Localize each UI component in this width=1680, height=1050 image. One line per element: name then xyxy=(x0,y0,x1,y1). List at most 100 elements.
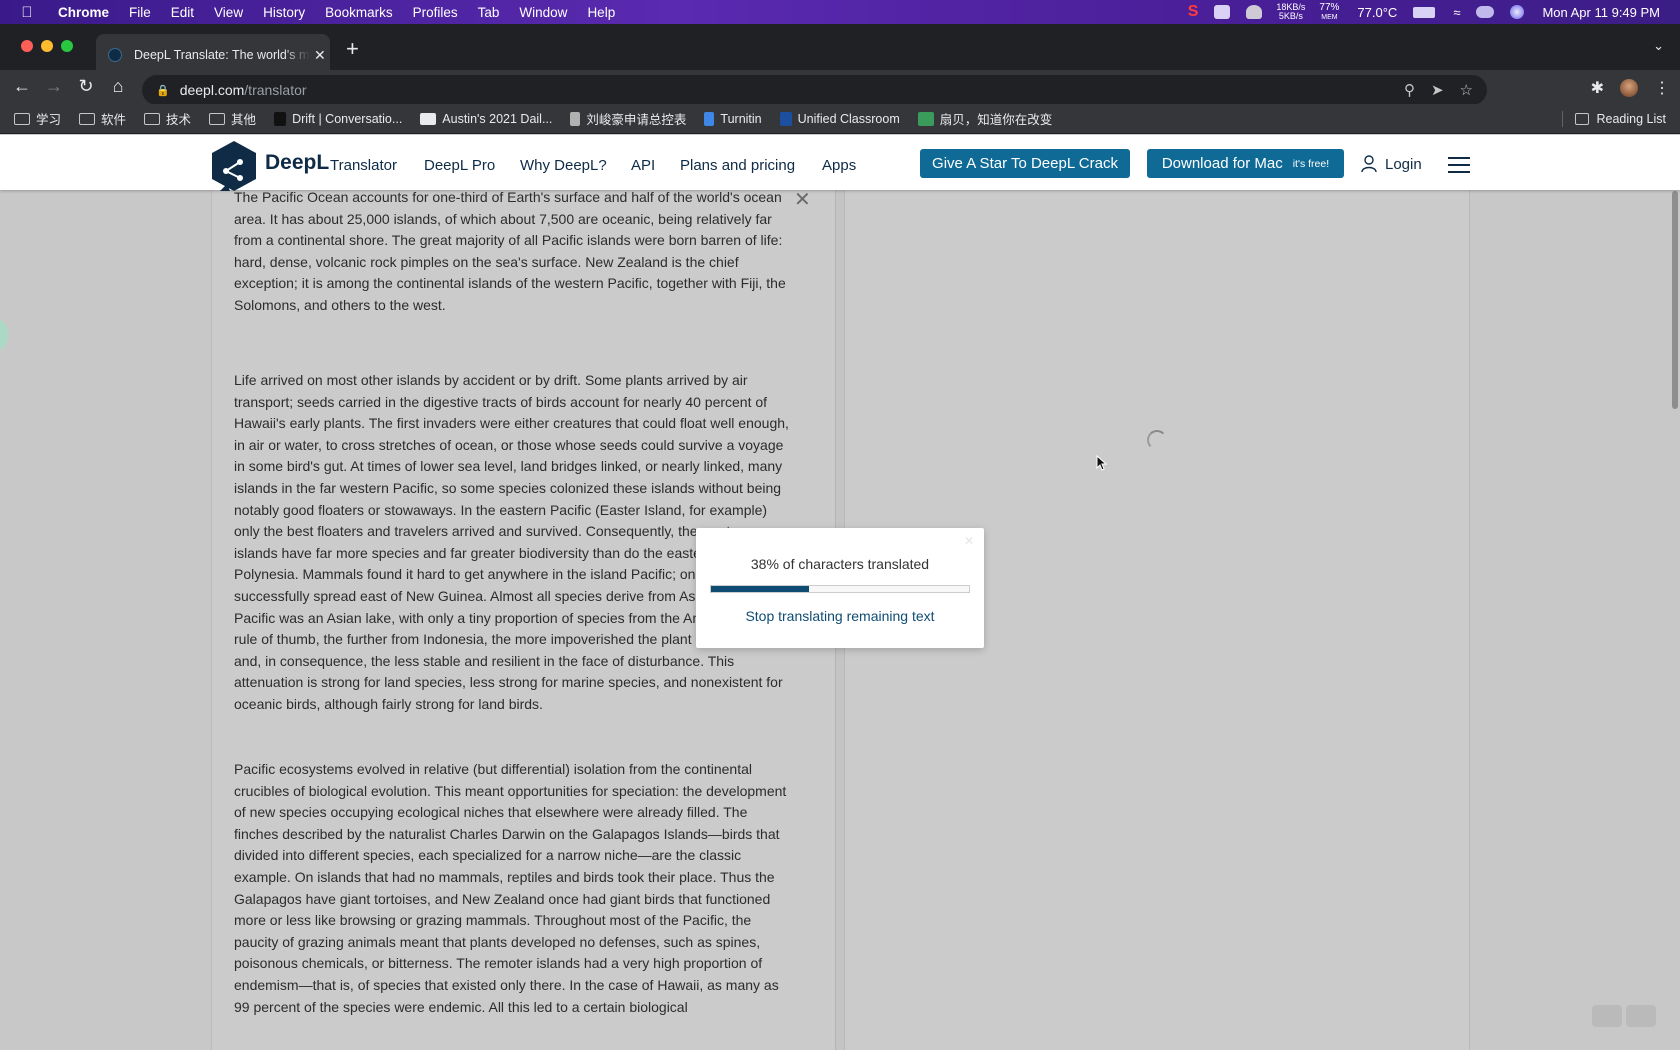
download-mac-button[interactable]: Download for Mac it's free! xyxy=(1147,149,1344,178)
clock[interactable]: Mon Apr 11 9:49 PM xyxy=(1542,5,1660,20)
bookmark-folder-other[interactable]: 其他 xyxy=(209,109,256,128)
bookmark-application-sheet[interactable]: 刘峻豪申请总控表 xyxy=(570,109,686,128)
menu-help[interactable]: Help xyxy=(587,5,615,20)
menu-window[interactable]: Window xyxy=(519,5,567,20)
source-paragraph-1[interactable]: The Pacific Ocean accounts for one-third… xyxy=(234,187,794,317)
bookmark-drift[interactable]: Drift | Conversatio... xyxy=(274,111,403,126)
close-tab-icon[interactable]: ✕ xyxy=(314,47,326,64)
new-tab-button[interactable]: + xyxy=(346,36,359,62)
lock-icon[interactable]: 🔒 xyxy=(156,84,170,97)
deepl-logo-icon[interactable] xyxy=(210,140,258,194)
bookmark-austin-daily[interactable]: Austin's 2021 Dail... xyxy=(420,112,552,126)
hamburger-menu-icon[interactable] xyxy=(1448,157,1470,173)
bookmark-label: 技术 xyxy=(166,113,192,127)
url-host: deepl.com xyxy=(179,82,245,98)
deepl-favicon xyxy=(108,48,122,62)
profile-avatar[interactable] xyxy=(1620,79,1638,97)
source-paragraph-3[interactable]: Pacific ecosystems evolved in relative (… xyxy=(234,759,794,1018)
menu-app-name[interactable]: Chrome xyxy=(58,5,109,20)
bookmark-folder-software[interactable]: 软件 xyxy=(79,109,126,128)
close-window-button[interactable] xyxy=(21,40,33,52)
nav-api[interactable]: API xyxy=(631,157,655,174)
mem-pct: 77% xyxy=(1319,1,1340,13)
menu-file[interactable]: File xyxy=(129,5,151,20)
menu-edit[interactable]: Edit xyxy=(171,5,194,20)
cat-tray-icon[interactable] xyxy=(1246,5,1263,19)
deepl-page: DeepL Translator DeepL Pro Why DeepL? AP… xyxy=(0,135,1680,1050)
s-app-tray-icon[interactable]: S xyxy=(1188,3,1199,21)
menu-bookmarks[interactable]: Bookmarks xyxy=(325,5,393,20)
login-button[interactable]: Login xyxy=(1361,155,1422,173)
folder-icon xyxy=(209,112,226,125)
cursor-app-icon xyxy=(570,111,581,126)
mem-label: MEM xyxy=(1321,13,1338,21)
close-dialog-icon[interactable]: ✕ xyxy=(964,534,974,548)
loading-spinner-icon xyxy=(1147,430,1167,450)
bookmark-label: Turnitin xyxy=(720,111,762,126)
clear-text-icon[interactable]: ✕ xyxy=(794,187,811,212)
bookmark-label: 学习 xyxy=(36,113,62,127)
bookmark-shanbay[interactable]: 扇贝，知道你在改变 xyxy=(917,109,1053,128)
bookmark-star-icon[interactable]: ☆ xyxy=(1460,81,1473,99)
minimize-window-button[interactable] xyxy=(41,40,53,52)
nav-deepl-pro[interactable]: DeepL Pro xyxy=(424,157,495,174)
translation-progress-dialog: ✕ 38% of characters translated Stop tran… xyxy=(696,528,984,648)
home-button[interactable]: ⌂ xyxy=(106,76,130,97)
unified-classroom-icon xyxy=(779,111,792,126)
drift-icon xyxy=(274,111,287,126)
stop-translating-link[interactable]: Stop translating remaining text xyxy=(696,608,984,624)
menu-history[interactable]: History xyxy=(263,5,305,20)
scrollbar-thumb[interactable] xyxy=(1672,191,1678,409)
control-center-icon[interactable] xyxy=(1476,6,1495,18)
chrome-tab-strip: DeepL Translate: The world's most accura… xyxy=(0,24,1680,76)
nav-why-deepl[interactable]: Why DeepL? xyxy=(520,157,607,174)
bookmark-label: 扇贝，知道你在改变 xyxy=(939,113,1053,127)
extensions-puzzle-icon[interactable]: ✱ xyxy=(1591,78,1604,98)
brand-name[interactable]: DeepL xyxy=(265,151,329,175)
bookmark-folder-study[interactable]: 学习 xyxy=(14,109,61,128)
back-button[interactable]: ← xyxy=(10,76,34,97)
bookmark-unified-classroom[interactable]: Unified Classroom xyxy=(779,111,900,126)
user-icon xyxy=(1361,155,1377,173)
reading-list-button[interactable]: Reading List xyxy=(1561,111,1666,127)
download-tray-icon[interactable] xyxy=(1214,5,1231,19)
tab-search-chevron-icon[interactable]: ⌄ xyxy=(1653,38,1664,54)
turnitin-icon xyxy=(704,111,715,126)
macos-menu-bar:  Chrome File Edit View History Bookmark… xyxy=(0,0,1680,24)
bookmark-label: Drift | Conversatio... xyxy=(292,111,403,126)
bookmark-label: Austin's 2021 Dail... xyxy=(442,111,553,126)
brand-subtitle[interactable]: Translator xyxy=(330,157,397,174)
bookmark-turnitin[interactable]: Turnitin xyxy=(704,111,762,126)
wifi-icon[interactable]: ≈ xyxy=(1453,5,1460,20)
tab-title: DeepL Translate: The world's most accura… xyxy=(134,48,310,62)
download-note: it's free! xyxy=(1292,157,1330,170)
address-bar[interactable]: 🔒 deepl.com/translator ⚲ ➤ ☆ xyxy=(142,75,1487,105)
zoom-search-icon[interactable]: ⚲ xyxy=(1404,81,1415,99)
stop-recording-icon[interactable] xyxy=(1626,1005,1656,1027)
zoom-window-button[interactable] xyxy=(61,40,73,52)
reload-button[interactable]: ↻ xyxy=(74,76,98,97)
give-star-button[interactable]: Give A Star To DeepL Crack xyxy=(920,149,1130,178)
menu-view[interactable]: View xyxy=(214,5,243,20)
mouse-cursor-icon xyxy=(1096,455,1108,471)
more-menu-icon[interactable]: ⋮ xyxy=(1654,78,1670,98)
send-icon[interactable]: ➤ xyxy=(1431,81,1444,99)
nav-plans-pricing[interactable]: Plans and pricing xyxy=(680,157,795,174)
siri-icon[interactable] xyxy=(1510,5,1525,19)
bookmark-folder-tech[interactable]: 技术 xyxy=(144,109,191,128)
apple-icon[interactable]:  xyxy=(20,4,34,21)
nav-apps[interactable]: Apps xyxy=(822,157,856,174)
pause-icon[interactable] xyxy=(1592,1005,1622,1027)
page-icon xyxy=(420,112,437,125)
forward-button[interactable]: → xyxy=(42,76,66,97)
progress-message: 38% of characters translated xyxy=(750,556,930,572)
url-text[interactable]: deepl.com/translator xyxy=(180,82,307,98)
download-label: Download for Mac xyxy=(1161,155,1283,172)
separator xyxy=(1561,111,1563,127)
bookmark-label: 刘峻豪申请总控表 xyxy=(586,113,687,127)
page-scrollbar[interactable] xyxy=(1670,190,1680,1050)
menu-tab[interactable]: Tab xyxy=(478,5,500,20)
give-star-label: Give A Star To DeepL Crack xyxy=(932,155,1118,172)
menu-profiles[interactable]: Profiles xyxy=(413,5,458,20)
battery-icon[interactable] xyxy=(1413,6,1436,18)
